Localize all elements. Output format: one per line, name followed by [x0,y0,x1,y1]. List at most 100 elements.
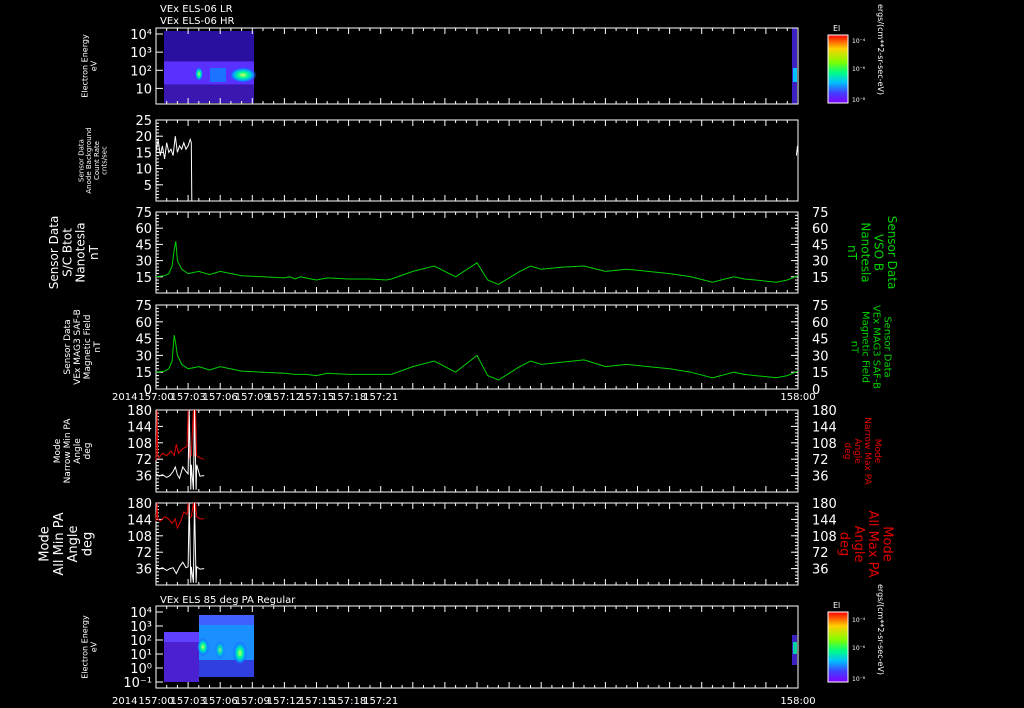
panel-5-ytick-label-right: 108 [812,437,837,452]
spectrogram-bottom-right-edge-highlight [793,642,797,654]
panel-1-ytick-label: 10³ [130,46,152,61]
panel-3-ylabel-right-line: nT [845,245,859,261]
x-axis-tick-label: 158:00 [780,392,815,403]
panel-6-ylabel-right-line: deg [837,532,852,557]
spectrogram-bottom-right-low-band [199,660,254,677]
panel-7-ytick-label: 10⁻¹ [123,676,152,691]
colorbar-bottom-tick-1: 10⁻⁴ [852,617,866,624]
spectrogram-top-blob-2 [195,67,203,81]
chart-stage: VEx ELS-06 LR VEx ELS-06 HR VEx ELS 85 d… [0,0,1024,708]
panel-3-ylabel-right-line: VSO B [872,234,886,271]
x-axis-tick-label: 157:00 [138,696,173,707]
panel-3-ytick-label: 30 [135,255,152,270]
panel-6-ylabel-line: All Min PA [52,512,67,575]
spectrogram-top-patch [210,68,226,82]
panel-5-ylabel-right-line: deg [842,443,852,460]
panel-7-ylabel-line: eV [89,641,98,652]
panel-3-ytick-label-right: 45 [812,238,829,253]
panel-3-ylabel-line: S/C Btot [60,228,74,277]
panel-5-ylabel-line: Narrow Min PA [63,418,73,484]
spectrogram-bottom-right-top-band [199,615,254,625]
x-axis-tick-label: 157:03 [171,392,206,403]
panel-5-ytick-label-right: 36 [812,470,829,485]
colorbar-bottom-label: El [833,601,840,610]
panel-2-ytick-label: 5 [144,179,152,194]
panel-4-ylabel-right-line: Magnetic Field [860,311,871,383]
x-axis-tick-label: 157:21 [363,696,398,707]
header-line-1: VEx ELS-06 LR [160,4,233,15]
x-axis-tick-label: 157:03 [171,696,206,707]
panel-6-ylabel-line: deg [80,532,95,557]
panel-4-ytick-label-right: 75 [812,299,829,314]
panel-2-ytick-label: 20 [135,130,152,145]
panel-3-ytick-label-right: 75 [812,206,829,221]
panel-4-ytick-label: 60 [135,316,152,331]
panel-7-ytick-label: 10³ [130,620,152,635]
panel-7-ytick-label: 10¹ [130,648,152,663]
panel-1-ytick-label: 10 [135,82,152,97]
x-axis-year-1: 2014 [112,392,137,403]
panel-7-ytick-label: 10⁰ [130,662,152,677]
panel-6-ytick-label: 144 [127,513,152,528]
panel-6-ytick-label: 180 [127,497,152,512]
panel-5-ylabel-line: deg [83,443,93,460]
colorbar-units-bottom: ergs/(cm**2-sr-sec-eV) [876,584,885,675]
spectrogram-top-low-band [164,85,254,103]
panel-6-ytick-label: 36 [135,563,152,578]
panel-5-ytick-label: 72 [135,453,152,468]
colorbar-bottom-tick-2: 10⁻⁶ [852,645,866,652]
colorbar-top-label: El [833,24,840,33]
panel-2-ylabel-line: cnts/sec [101,146,109,175]
panel-4-ytick-label-right: 60 [812,316,829,331]
x-axis-year-2: 2014 [112,696,137,707]
panel-4-ytick-label: 15 [135,366,152,381]
panel-1-ylabel-line: Electron Energy [81,34,90,98]
panel-5-ytick-label: 108 [127,437,152,452]
x-axis-tick-label: 158:00 [780,696,815,707]
panel-4-ylabel-right-line: Sensor Data [882,316,893,377]
panel-6-ytick-label-right: 144 [812,513,837,528]
panel-7-ylabel-line: Electron Energy [81,615,90,679]
panel-5-ylabel-right-line: Mode [872,439,882,464]
panel-5-ytick-label-right: 144 [812,420,837,435]
panel-4-ytick-label-right: 15 [812,366,829,381]
colorbar-top-tick-1: 10⁻⁴ [852,38,866,45]
panel-3-ytick-label-right: 15 [812,271,829,286]
panel-6-ylabel-right-line: Mode [879,526,894,561]
x-axis-tick-label: 157:15 [299,696,334,707]
panel-6-ytick-label-right: 36 [812,563,829,578]
panel-5-ytick-label-right: 72 [812,453,829,468]
spectrogram-top-right-edge [792,28,797,104]
panel-4-ylabel-line: nT [93,341,103,353]
panel-3-ytick-label: 75 [135,206,152,221]
colorbar-units-top: ergs/(cm**2-sr-sec-eV) [876,4,885,95]
panel-6-ytick-label: 72 [135,546,152,561]
panel-5-ytick-label-right: 180 [812,404,837,419]
spectrogram-bottom-blob-2 [233,641,247,665]
panel-4-ylabel-line: Magnetic Field [83,315,93,380]
spectrogram-bottom-blob-3 [215,641,225,659]
spectrogram-bottom-blob-1 [197,638,209,656]
panel-1-ytick-label: 10² [130,64,152,79]
panel-4-ylabel-line: VEx MAG3 SAF-B [73,309,83,385]
x-axis-tick-label: 157:12 [267,696,302,707]
x-axis-tick-label: 157:12 [267,392,302,403]
panel-3-ylabel-right-line: Sensor Data [885,216,899,290]
spectrogram-bottom-left-top-band [164,632,199,642]
panel-6-ylabel-right-line: Angle [851,526,866,563]
panel-6-ytick-label-right: 180 [812,497,837,512]
panel-3-ylabel-line: nT [87,244,101,260]
x-axis-tick-label: 157:00 [138,392,173,403]
panel-3-ytick-label-right: 60 [812,222,829,237]
x-axis-tick-label: 157:06 [203,392,238,403]
panel-2-ytick-label: 10 [135,163,152,178]
header-line-2: VEx ELS-06 HR [160,16,235,27]
panel-5-ytick-label: 180 [127,404,152,419]
x-axis-tick-label: 157:21 [363,392,398,403]
spectrogram-top-high-energy-band [164,31,254,61]
panel-4-ylabel-right-line: nT [849,341,860,354]
panel-3-ylabel-right-line: Nanotesla [858,222,872,282]
x-axis-tick-label: 157:18 [331,392,366,403]
colorbar-bottom-ramp [827,611,849,683]
panel-5-ylabel-right-line: Angle [852,438,862,464]
